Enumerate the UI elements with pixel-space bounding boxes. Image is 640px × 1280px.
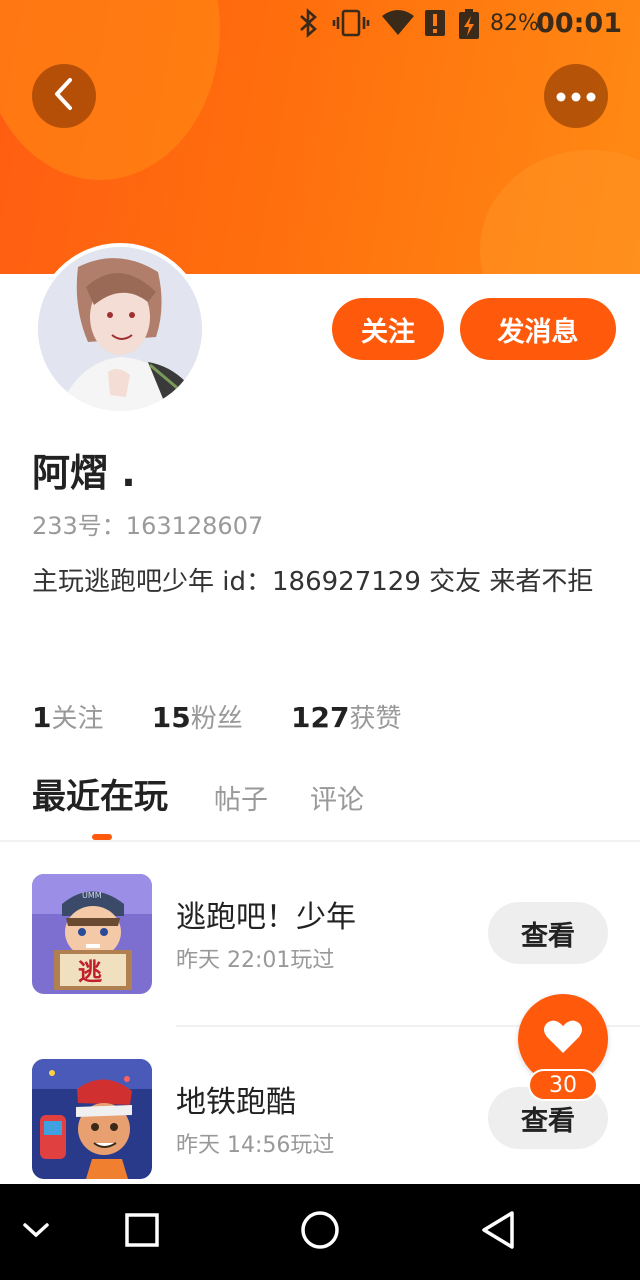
- more-dots-icon: [556, 87, 596, 106]
- stat-count: 127: [291, 701, 350, 734]
- follow-button[interactable]: 关注: [332, 298, 444, 360]
- status-bar: 82% 00:01: [0, 0, 640, 50]
- back-button[interactable]: [32, 64, 96, 128]
- back-nav-button[interactable]: [468, 1202, 528, 1262]
- more-options-button[interactable]: [544, 64, 608, 128]
- hide-keyboard-button[interactable]: [6, 1202, 66, 1262]
- profile-stats: 1关注 15粉丝 127获赞: [32, 698, 441, 735]
- stat-label: 获赞: [349, 704, 402, 734]
- game-last-played: 昨天 14:56玩过: [176, 1133, 335, 1158]
- stat-count: 1: [32, 701, 52, 734]
- alert-icon: [424, 8, 446, 46]
- stat-count: 15: [151, 701, 191, 734]
- triangle-back-icon: [480, 1210, 516, 1254]
- user-id: 233号：163128607: [32, 512, 264, 540]
- tab-comments[interactable]: 评论: [310, 778, 364, 824]
- clock: 00:01: [536, 8, 622, 39]
- bluetooth-icon: [298, 8, 320, 46]
- stat-following[interactable]: 1关注: [32, 698, 104, 735]
- chevron-down-icon: [22, 1221, 50, 1243]
- stat-likes[interactable]: 127获赞: [291, 698, 401, 735]
- list-item[interactable]: UMM 逃 逃跑吧！少年 昨天 22:01玩过 查看: [0, 874, 640, 1004]
- game-title: 逃跑吧！少年: [176, 900, 356, 935]
- vibrate-icon: [332, 8, 370, 46]
- view-game-button[interactable]: 查看: [488, 902, 608, 964]
- battery-charging-icon: [458, 8, 480, 48]
- game-title: 地铁跑酷: [176, 1085, 296, 1120]
- user-bio: 主玩逃跑吧少年 id：186927129 交友 来者不拒: [32, 567, 594, 597]
- battery-percent: 82%: [490, 11, 539, 36]
- header-decoration: [480, 150, 640, 274]
- system-nav-bar: [0, 1184, 640, 1280]
- recents-button[interactable]: [112, 1202, 172, 1262]
- stat-followers[interactable]: 15粉丝: [152, 698, 243, 735]
- like-count-badge: 30: [528, 1069, 598, 1101]
- heart-icon: [543, 1019, 583, 1059]
- profile-header-banner: 82% 00:01: [0, 0, 640, 274]
- profile-tabs: 最近在玩 帖子 评论: [32, 774, 632, 840]
- stat-label: 关注: [51, 704, 104, 734]
- svg-text:逃: 逃: [78, 958, 102, 986]
- game-last-played: 昨天 22:01玩过: [176, 948, 335, 973]
- svg-text:UMM: UMM: [82, 891, 102, 900]
- square-icon: [124, 1212, 160, 1252]
- username: 阿熠 .: [32, 451, 136, 495]
- stat-label: 粉丝: [190, 704, 243, 734]
- avatar[interactable]: [34, 243, 206, 415]
- tab-recently-played[interactable]: 最近在玩: [32, 774, 168, 820]
- game-icon: UMM 逃: [32, 874, 152, 994]
- circle-icon: [300, 1210, 340, 1254]
- game-icon: [32, 1059, 152, 1179]
- wifi-icon: [380, 8, 416, 46]
- tab-posts[interactable]: 帖子: [214, 778, 268, 824]
- home-button[interactable]: [290, 1202, 350, 1262]
- send-message-button[interactable]: 发消息: [460, 298, 616, 360]
- chevron-left-icon: [52, 77, 76, 115]
- divider: [0, 840, 640, 842]
- avatar-image: [38, 247, 202, 411]
